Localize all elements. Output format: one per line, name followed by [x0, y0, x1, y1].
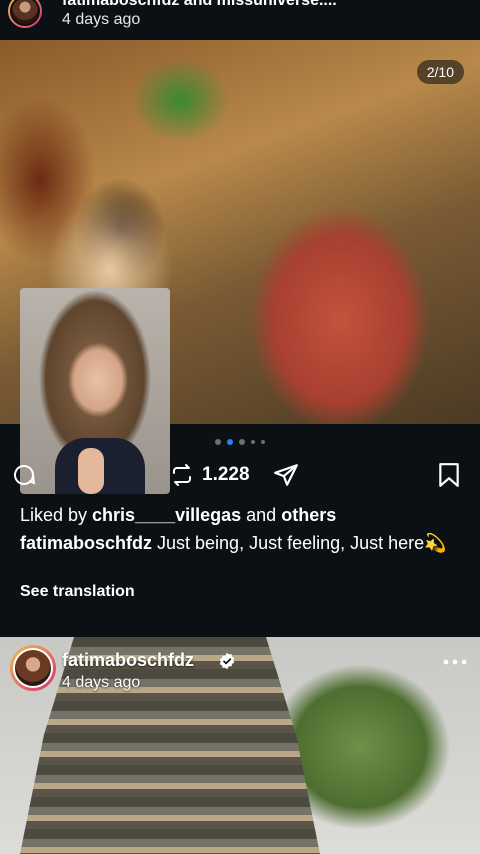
media-counter: 2/10 [416, 60, 464, 84]
carousel-dot [215, 439, 221, 445]
top-post-avatar[interactable] [8, 0, 42, 28]
top-post-title[interactable]: fatimaboschfdz and missuniverse.... [62, 0, 337, 10]
verified-icon [219, 652, 235, 670]
repost-icon[interactable] [170, 463, 194, 487]
liked-by-others[interactable]: others [281, 505, 336, 525]
carousel-dot-active [227, 439, 233, 445]
liked-by-user[interactable]: chris____villegas [92, 505, 241, 525]
likes-middle: and [241, 505, 282, 525]
share-icon[interactable] [272, 462, 300, 488]
caption: fatimaboschfdz Just being, Just feeling,… [20, 531, 460, 555]
comment-icon[interactable] [12, 463, 36, 487]
post-actions: 1.228 [0, 455, 480, 495]
carousel-dot [239, 439, 245, 445]
next-post-username[interactable]: fatimaboschfdz [62, 650, 194, 671]
top-post-header: fatimaboschfdz and missuniverse.... 4 da… [0, 0, 480, 40]
likes-prefix: Liked by [20, 505, 93, 525]
more-icon[interactable] [440, 652, 470, 672]
carousel-dot [251, 440, 255, 444]
top-post-time: 4 days ago [62, 11, 141, 28]
next-post-avatar[interactable] [10, 645, 56, 691]
caption-username[interactable]: fatimaboschfdz [20, 533, 152, 553]
next-post-time: 4 days ago [62, 674, 141, 691]
carousel-indicator [0, 436, 480, 448]
save-icon[interactable] [438, 462, 460, 488]
see-translation-link[interactable]: See translation [20, 583, 135, 601]
caption-text: Just being, Just feeling, Just here💫 [152, 533, 447, 553]
carousel-dot [261, 440, 265, 444]
likes-line: Liked by chris____villegas and others [20, 505, 336, 526]
repost-count: 1.228 [202, 464, 250, 485]
